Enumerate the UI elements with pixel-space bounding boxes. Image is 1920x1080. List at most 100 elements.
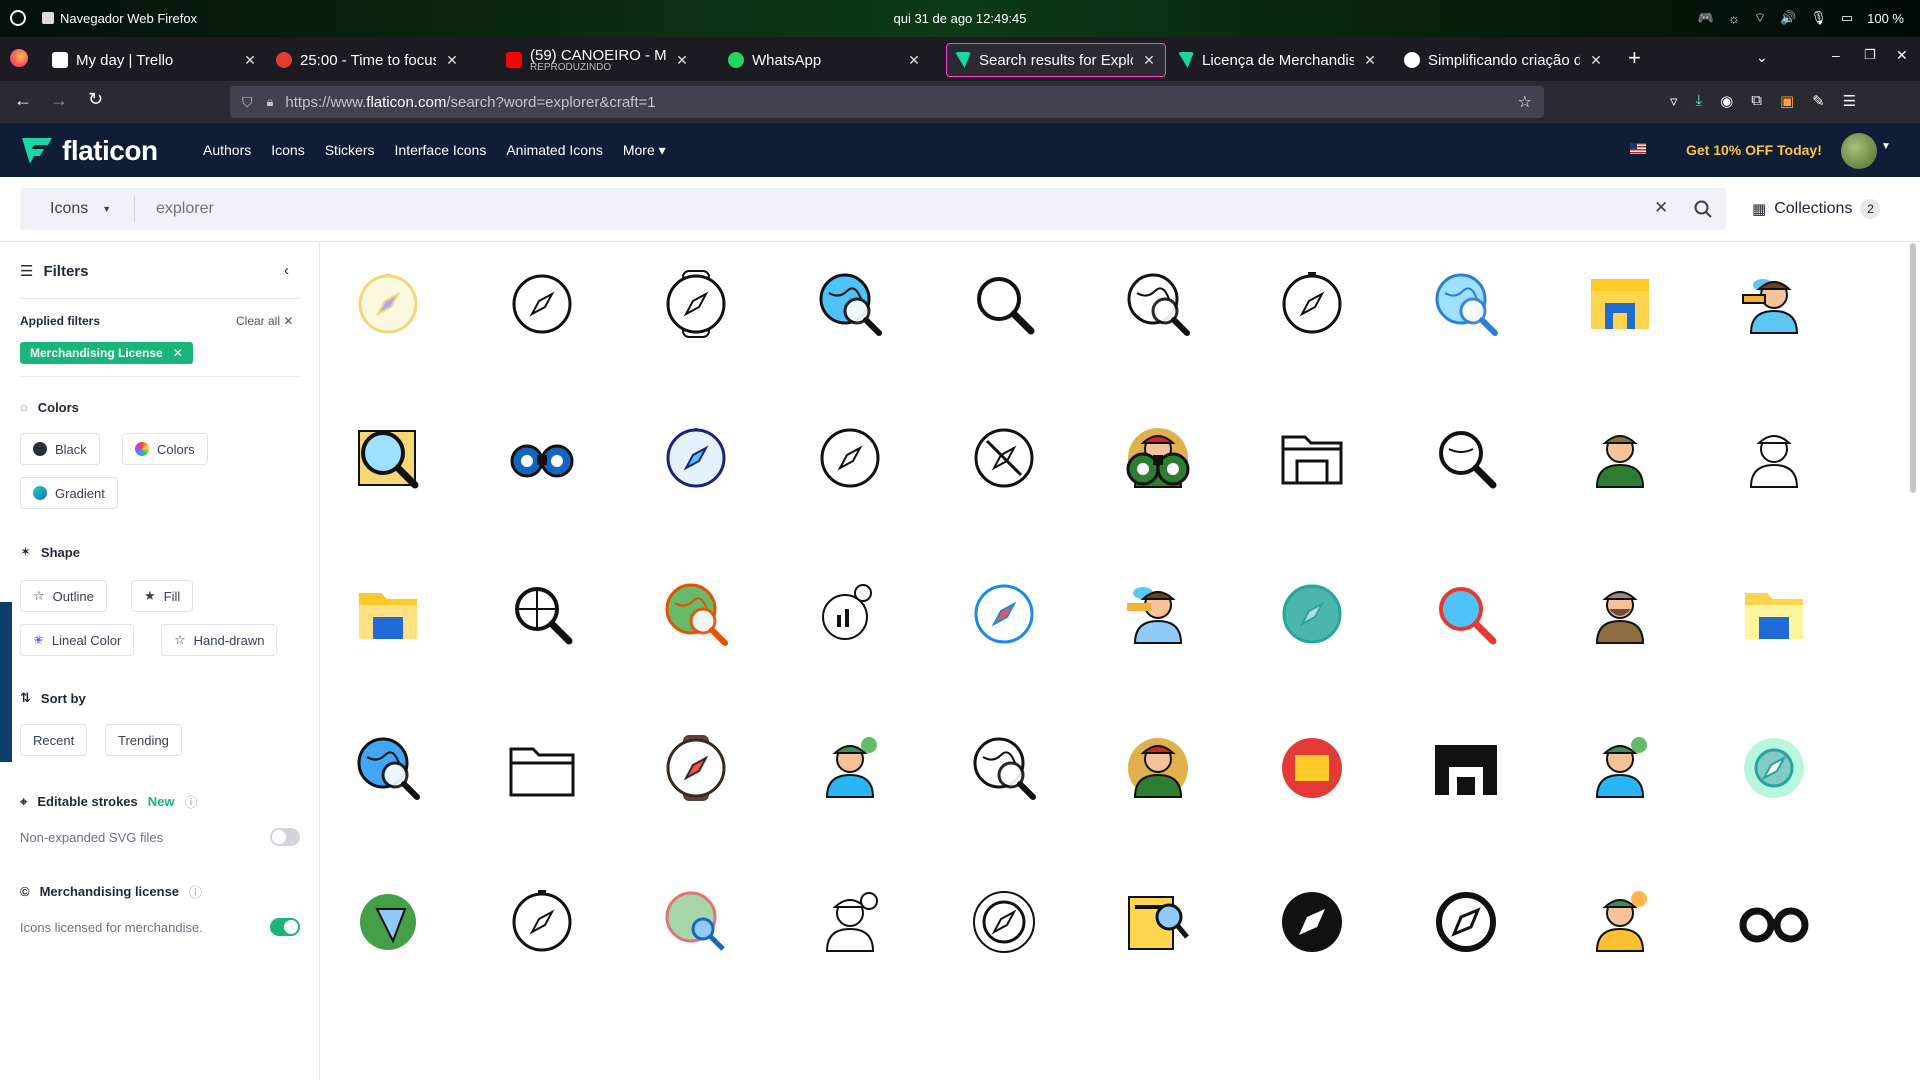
search-input[interactable]: explorer bbox=[156, 200, 214, 218]
flaticon-logo[interactable]: flaticon bbox=[20, 135, 158, 167]
icon-result[interactable] bbox=[956, 566, 1052, 662]
icon-result[interactable] bbox=[1726, 566, 1822, 662]
icon-result[interactable] bbox=[494, 874, 590, 970]
close-tab-icon[interactable]: ✕ bbox=[1588, 52, 1604, 69]
icon-result[interactable] bbox=[1726, 410, 1822, 506]
icon-result[interactable] bbox=[648, 874, 744, 970]
icon-result[interactable] bbox=[956, 410, 1052, 506]
icon-result[interactable] bbox=[494, 256, 590, 352]
collapse-sidebar-icon[interactable]: ‹ bbox=[284, 262, 289, 279]
color-colors-chip[interactable]: Colors bbox=[122, 433, 208, 465]
bookmark-star-icon[interactable]: ☆ bbox=[1518, 92, 1532, 112]
hamburger-menu-icon[interactable]: ☰ bbox=[1843, 92, 1856, 110]
icon-result[interactable] bbox=[1418, 410, 1514, 506]
icon-result[interactable] bbox=[1572, 720, 1668, 816]
extension-badge-icon[interactable]: ▣ bbox=[1780, 92, 1794, 110]
remove-filter-icon[interactable]: ✕ bbox=[173, 346, 183, 360]
icon-result[interactable] bbox=[956, 874, 1052, 970]
icon-result[interactable] bbox=[1264, 256, 1360, 352]
pen-extension-icon[interactable]: ✎ bbox=[1812, 92, 1825, 110]
tab-0[interactable]: My day | Trello ✕ bbox=[44, 43, 266, 77]
editable-strokes-toggle[interactable] bbox=[270, 828, 300, 846]
tab-1[interactable]: 25:00 - Time to focus! ✕ bbox=[268, 43, 468, 77]
tab-4[interactable]: Search results for Explorer ✕ bbox=[946, 43, 1166, 77]
firefox-menu-icon[interactable] bbox=[10, 49, 28, 67]
icon-result[interactable] bbox=[802, 874, 898, 970]
search-type-select[interactable]: Icons ▼ bbox=[50, 200, 111, 218]
icon-result[interactable] bbox=[956, 720, 1052, 816]
sort-trending-chip[interactable]: Trending bbox=[105, 724, 182, 756]
icon-result[interactable] bbox=[1572, 566, 1668, 662]
icon-result[interactable] bbox=[340, 874, 436, 970]
discord-icon[interactable]: 🎮 bbox=[1698, 10, 1714, 26]
icon-result[interactable] bbox=[1264, 874, 1360, 970]
sort-recent-chip[interactable]: Recent bbox=[20, 724, 88, 756]
close-tab-icon[interactable]: ✕ bbox=[444, 52, 460, 69]
mic-icon[interactable]: 🎙 bbox=[1810, 10, 1827, 26]
collections-button[interactable]: ▦ Collections 2 bbox=[1752, 188, 1881, 230]
icon-result[interactable] bbox=[1110, 874, 1206, 970]
color-gradient-chip[interactable]: Gradient bbox=[20, 477, 118, 509]
clear-search-icon[interactable]: ✕ bbox=[1654, 198, 1668, 218]
icon-result[interactable] bbox=[494, 566, 590, 662]
url-bar[interactable]: ⛉ 🔒︎ https://www.flaticon.com/search?wor… bbox=[230, 86, 1544, 118]
maximize-icon[interactable]: ❐ bbox=[1864, 47, 1876, 63]
clear-all-link[interactable]: Clear all ✕ bbox=[236, 314, 293, 328]
wifi-icon[interactable]: ⌔ bbox=[1754, 10, 1766, 26]
merch-license-toggle[interactable] bbox=[270, 918, 300, 936]
page-scrollbar[interactable] bbox=[1910, 243, 1916, 493]
info-icon[interactable]: ⓘ bbox=[189, 882, 202, 901]
close-tab-icon[interactable]: ✕ bbox=[674, 52, 690, 69]
applied-filter-chip[interactable]: Merchandising License ✕ bbox=[20, 342, 193, 364]
icon-result[interactable] bbox=[340, 410, 436, 506]
shape-hand-drawn-chip[interactable]: ☆ Hand-drawn bbox=[161, 624, 278, 656]
volume-icon[interactable]: 🔊 bbox=[1780, 10, 1796, 26]
icon-result[interactable] bbox=[1110, 720, 1206, 816]
icon-result[interactable] bbox=[1418, 874, 1514, 970]
icon-result[interactable] bbox=[648, 410, 744, 506]
nav-stickers[interactable]: Stickers bbox=[325, 142, 375, 159]
pocket-icon[interactable]: ▿ bbox=[1670, 92, 1678, 110]
shape-fill-chip[interactable]: ★ Fill bbox=[131, 580, 194, 612]
icon-result[interactable] bbox=[1726, 874, 1822, 970]
icon-result[interactable] bbox=[1264, 720, 1360, 816]
icon-result[interactable] bbox=[1572, 256, 1668, 352]
close-tab-icon[interactable]: ✕ bbox=[906, 52, 922, 69]
nav-interface-icons[interactable]: Interface Icons bbox=[395, 142, 487, 159]
battery-icon[interactable]: ▭ bbox=[1841, 10, 1853, 26]
lock-icon[interactable]: 🔒︎ bbox=[267, 94, 274, 110]
icon-result[interactable] bbox=[1110, 256, 1206, 352]
tab-2[interactable]: (59) CANOEIRO - MAYCKREPRODUZINDO ✕ bbox=[498, 43, 698, 77]
reload-icon[interactable]: ↻ bbox=[88, 89, 103, 110]
close-window-icon[interactable]: ✕ bbox=[1896, 47, 1908, 64]
icon-result[interactable] bbox=[1418, 566, 1514, 662]
us-flag-icon[interactable] bbox=[1630, 143, 1646, 154]
tab-3[interactable]: WhatsApp ✕ bbox=[720, 43, 930, 77]
extensions-icon[interactable]: ⧉ bbox=[1751, 92, 1762, 110]
account-icon[interactable]: ◉ bbox=[1720, 92, 1733, 110]
icon-result[interactable] bbox=[956, 256, 1052, 352]
promo-link[interactable]: Get 10% OFF Today! bbox=[1686, 142, 1822, 158]
icon-result[interactable] bbox=[340, 566, 436, 662]
avatar-caret-icon[interactable]: ▼ bbox=[1881, 141, 1891, 152]
info-icon[interactable]: ⓘ bbox=[185, 792, 198, 811]
forward-icon[interactable]: → bbox=[50, 90, 68, 111]
shape-lineal-color-chip[interactable]: ✬ Lineal Color bbox=[20, 624, 135, 656]
brightness-icon[interactable]: ☼ bbox=[1728, 11, 1740, 26]
icon-result[interactable] bbox=[1572, 410, 1668, 506]
icon-result[interactable] bbox=[340, 256, 436, 352]
icon-result[interactable] bbox=[648, 566, 744, 662]
new-tab-button[interactable]: + bbox=[1628, 45, 1641, 71]
icon-result[interactable] bbox=[494, 410, 590, 506]
tab-6[interactable]: Simplificando criação de ✕ bbox=[1396, 43, 1612, 77]
clock[interactable]: qui 31 de ago 12:49:45 bbox=[893, 11, 1026, 26]
minimize-icon[interactable]: – bbox=[1832, 47, 1840, 63]
icon-result[interactable] bbox=[1110, 410, 1206, 506]
back-icon[interactable]: ← bbox=[14, 90, 32, 111]
list-tabs-icon[interactable]: ⌄ bbox=[1756, 49, 1768, 66]
nav-icons[interactable]: Icons bbox=[271, 142, 304, 159]
nav-authors[interactable]: Authors bbox=[203, 142, 251, 159]
shape-outline-chip[interactable]: ☆ Outline bbox=[20, 580, 107, 612]
icon-result[interactable] bbox=[1418, 720, 1514, 816]
icon-result[interactable] bbox=[802, 256, 898, 352]
